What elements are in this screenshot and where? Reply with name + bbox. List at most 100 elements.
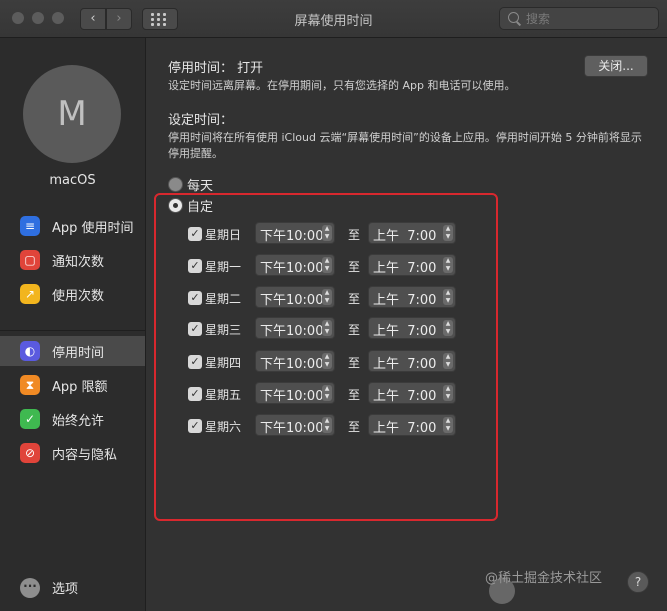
system-preferences-window: ‹ › 屏幕使用时间 M macOS ≡ App 使用时间 ▢ 通知次数 ↗ 使 [0,0,667,611]
search-input[interactable] [524,10,654,28]
start-time-field[interactable]: 下午10:00 ▲ ▼ [255,350,335,372]
stepper-icon[interactable]: ▲ ▼ [322,289,332,305]
end-time-value: 上午 7:00 [373,421,437,436]
start-time-value: 下午10:00 [260,293,324,308]
username: macOS [49,173,96,188]
day-label: 星期四 [205,356,242,370]
end-time-value: 上午 7:00 [373,324,437,339]
stepper-icon[interactable]: ▲ ▼ [443,289,453,305]
end-time-value: 上午 7:00 [373,229,437,244]
help-button[interactable]: ? [627,571,649,593]
schedule-heading: 设定时间： [168,113,234,128]
title-bar: ‹ › 屏幕使用时间 [0,0,667,38]
sidebar-item-app-usage[interactable]: ≡ App 使用时间 [0,211,145,241]
every-day-label: 每天 [187,179,214,194]
stepper-icon[interactable]: ▲ ▼ [443,353,453,369]
day-checkbox[interactable]: ✓ [188,322,202,336]
sidebar-item-content-privacy[interactable]: ⊘ 内容与隐私 [0,438,145,468]
sidebar-item-app-limits[interactable]: ⧗ App 限额 [0,370,145,400]
schedule-row-friday: ✓ 星期五 下午10:00 ▲ ▼ 至 上午 7:00 ▲ ▼ [146,382,667,406]
end-time-field[interactable]: 上午 7:00 ▲ ▼ [368,286,456,308]
sidebar-item-label: App 限额 [52,380,108,395]
end-time-value: 上午 7:00 [373,293,437,308]
day-checkbox[interactable]: ✓ [188,419,202,433]
stepper-icon[interactable]: ▲ ▼ [443,417,453,433]
start-time-field[interactable]: 下午10:00 ▲ ▼ [255,414,335,436]
day-checkbox[interactable]: ✓ [188,291,202,305]
start-time-field[interactable]: 下午10:00 ▲ ▼ [255,254,335,276]
schedule-description-line-2: 停用提醒。 [168,147,223,160]
options-button[interactable]: 选项 [52,578,78,597]
stepper-icon[interactable]: ▲ ▼ [322,353,332,369]
stepper-icon[interactable]: ▲ ▼ [322,385,332,401]
sidebar-item-notifications[interactable]: ▢ 通知次数 [0,245,145,275]
downtime-description: 设定时间远离屏幕。在停用期间，只有您选择的 App 和电话可以使用。 [168,79,516,92]
sidebar-divider [0,330,145,331]
downtime-icon: ◐ [20,341,40,361]
pickups-icon: ↗ [20,284,40,304]
stepper-icon[interactable]: ▲ ▼ [322,417,332,433]
schedule-row-tuesday: ✓ 星期二 下午10:00 ▲ ▼ 至 上午 7:00 ▲ ▼ [146,286,667,310]
to-separator: 至 [348,292,361,306]
day-label: 星期五 [205,388,242,402]
day-checkbox[interactable]: ✓ [188,259,202,273]
stepper-icon[interactable]: ▲ ▼ [443,385,453,401]
end-time-field[interactable]: 上午 7:00 ▲ ▼ [368,382,456,404]
end-time-value: 上午 7:00 [373,389,437,404]
end-time-field[interactable]: 上午 7:00 ▲ ▼ [368,317,456,339]
stepper-icon[interactable]: ▲ ▼ [322,320,332,336]
sidebar-item-always-allowed[interactable]: ✓ 始终允许 [0,404,145,434]
sidebar-item-pickups[interactable]: ↗ 使用次数 [0,279,145,309]
restriction-icon: ⊘ [20,443,40,463]
hourglass-icon: ⧗ [20,375,40,395]
more-options-icon[interactable]: ··· [20,578,40,598]
search-icon [508,12,519,23]
end-time-field[interactable]: 上午 7:00 ▲ ▼ [368,222,456,244]
every-day-radio[interactable] [168,177,183,192]
sidebar-item-label: 始终允许 [52,414,105,429]
end-time-field[interactable]: 上午 7:00 ▲ ▼ [368,414,456,436]
watermark-text: @稀土掘金技术社区 [485,571,603,586]
stepper-icon[interactable]: ▲ ▼ [322,225,332,241]
end-time-field[interactable]: 上午 7:00 ▲ ▼ [368,350,456,372]
to-separator: 至 [348,228,361,242]
start-time-value: 下午10:00 [260,421,324,436]
start-time-field[interactable]: 下午10:00 ▲ ▼ [255,286,335,308]
schedule-row-sunday: ✓ 星期日 下午10:00 ▲ ▼ 至 上午 7:00 ▲ ▼ [146,222,667,246]
to-separator: 至 [348,323,361,337]
stepper-icon[interactable]: ▲ ▼ [443,225,453,241]
start-time-value: 下午10:00 [260,324,324,339]
day-checkbox[interactable]: ✓ [188,387,202,401]
day-checkbox[interactable]: ✓ [188,355,202,369]
layers-icon: ≡ [20,216,40,236]
start-time-value: 下午10:00 [260,357,324,372]
start-time-field[interactable]: 下午10:00 ▲ ▼ [255,382,335,404]
end-time-value: 上午 7:00 [373,261,437,276]
schedule-row-saturday: ✓ 星期六 下午10:00 ▲ ▼ 至 上午 7:00 ▲ ▼ [146,414,667,438]
sidebar-item-label: App 使用时间 [52,221,134,236]
start-time-field[interactable]: 下午10:00 ▲ ▼ [255,222,335,244]
sidebar-item-downtime[interactable]: ◐ 停用时间 [0,336,145,366]
day-label: 星期日 [205,228,242,242]
sidebar-item-label: 内容与隐私 [52,448,118,463]
turn-off-button[interactable]: 关闭... [584,55,648,77]
end-time-field[interactable]: 上午 7:00 ▲ ▼ [368,254,456,276]
sidebar-item-label: 停用时间 [52,346,105,361]
day-label: 星期一 [205,260,242,274]
sidebar-item-label: 使用次数 [52,289,105,304]
stepper-icon[interactable]: ▲ ▼ [443,320,453,336]
checkmark-icon: ✓ [20,409,40,429]
schedule-row-monday: ✓ 星期一 下午10:00 ▲ ▼ 至 上午 7:00 ▲ ▼ [146,254,667,278]
schedule-description-line-1: 停用时间将在所有使用 iCloud 云端“屏幕使用时间”的设备上应用。停用时间开… [168,131,642,144]
day-label: 星期三 [205,323,242,337]
day-label: 星期二 [205,292,242,306]
stepper-icon[interactable]: ▲ ▼ [443,257,453,273]
search-field[interactable] [499,7,659,30]
to-separator: 至 [348,356,361,370]
schedule-row-wednesday: ✓ 星期三 下午10:00 ▲ ▼ 至 上午 7:00 ▲ ▼ [146,317,667,341]
stepper-icon[interactable]: ▲ ▼ [322,257,332,273]
day-checkbox[interactable]: ✓ [188,227,202,241]
start-time-field[interactable]: 下午10:00 ▲ ▼ [255,317,335,339]
sidebar: M macOS ≡ App 使用时间 ▢ 通知次数 ↗ 使用次数 ◐ 停用时间 … [0,38,146,611]
start-time-value: 下午10:00 [260,229,324,244]
